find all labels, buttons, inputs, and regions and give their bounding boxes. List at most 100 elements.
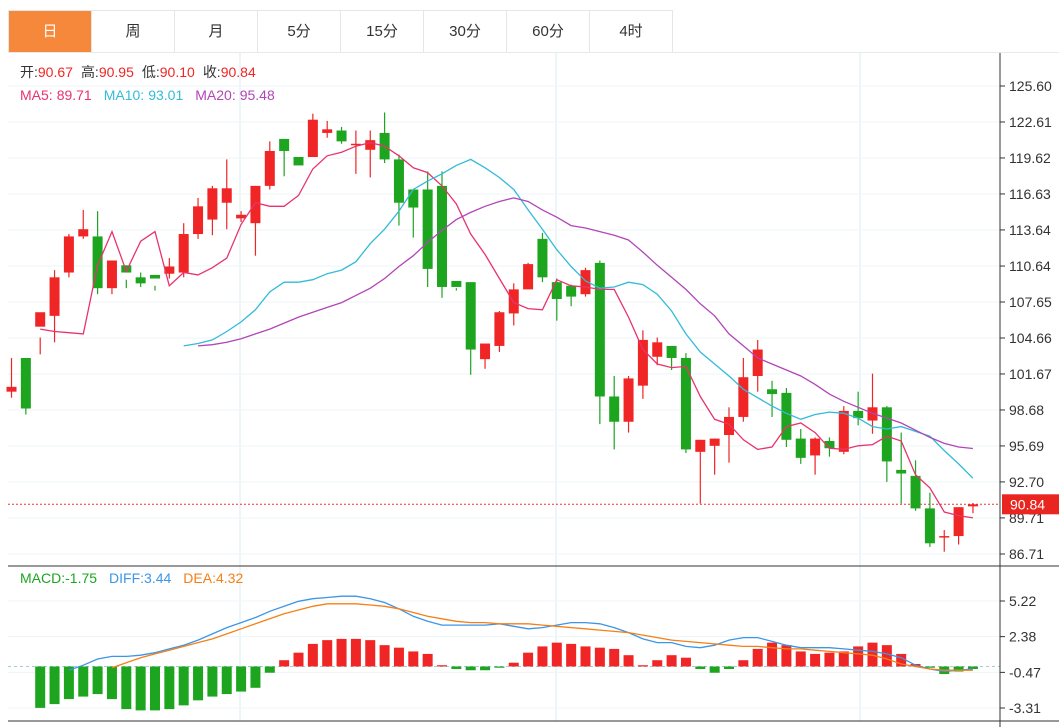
ma20-line — [197, 197, 973, 450]
candle-body — [709, 438, 720, 446]
candle-body — [250, 185, 261, 224]
chart-grid — [8, 53, 1000, 721]
macd-bar — [795, 651, 806, 667]
dea-value: 4.32 — [216, 570, 243, 586]
macd-bar — [121, 666, 132, 710]
macd-bar — [207, 666, 218, 697]
candle-body — [264, 150, 275, 186]
high-label: 高: — [81, 64, 99, 80]
open-value: 90.67 — [38, 64, 73, 80]
candle-body — [810, 438, 821, 456]
candle-body — [738, 377, 749, 417]
price-tick-label: 101.67 — [1009, 366, 1052, 382]
ma20-label: MA20: — [195, 87, 235, 103]
candle-body — [523, 264, 534, 290]
candle-body — [637, 339, 648, 386]
macd-bar — [752, 648, 763, 667]
candle-body — [896, 469, 907, 474]
macd-bar — [810, 653, 821, 667]
candle-body — [106, 260, 117, 289]
price-tick-label: 113.64 — [1009, 222, 1051, 238]
macd-bar — [106, 666, 117, 700]
candle-body — [393, 159, 404, 203]
candle-body — [178, 234, 189, 273]
diff-line — [68, 595, 973, 673]
macd-bar — [63, 666, 74, 700]
price-tick-label: 98.68 — [1009, 402, 1044, 418]
macd-bar — [437, 665, 447, 667]
macd-bar — [709, 666, 720, 673]
macd-bar — [279, 660, 290, 667]
ma5-value: 89.71 — [57, 87, 92, 103]
candle-body — [336, 130, 347, 142]
price-tick-label: 95.69 — [1009, 438, 1044, 454]
macd-bar — [623, 655, 634, 667]
candle-body — [551, 282, 562, 300]
chart-axes: 125.60 122.61 119.62 116.63 113.64 110.64 107.… — [8, 53, 1059, 727]
candle-body — [566, 285, 577, 297]
candle-body — [35, 312, 46, 327]
macd-bar — [465, 666, 476, 671]
macd-bar — [724, 666, 734, 669]
open-label: 开: — [20, 64, 38, 80]
macd-bar — [824, 652, 835, 667]
price-tick-label: 125.60 — [1009, 78, 1052, 94]
macd-tick-label: -0.47 — [1009, 664, 1041, 680]
macd-bar — [336, 638, 347, 667]
macd-bar — [738, 660, 749, 667]
macd-bar — [164, 666, 175, 710]
macd-bar — [537, 646, 548, 667]
candle-body — [881, 407, 892, 462]
macd-bar — [350, 638, 361, 667]
candle-body — [307, 119, 318, 158]
candle-body — [795, 438, 806, 458]
ma10-label: MA10: — [104, 87, 144, 103]
dea-label: DEA: — [183, 570, 216, 586]
diff-value: 3.44 — [144, 570, 171, 586]
candle-body — [279, 138, 290, 151]
ma-info: MA5: 89.71 MA10: 93.01 MA20: 95.48 — [20, 87, 275, 103]
macd-bar — [92, 666, 103, 695]
candle-body — [465, 282, 476, 350]
macd-bar — [307, 643, 318, 667]
ma20-value: 95.48 — [240, 87, 275, 103]
macd-bar — [838, 651, 849, 667]
candle-body — [49, 277, 60, 316]
candle-body — [924, 508, 935, 544]
candlestick-chart[interactable]: 125.60 122.61 119.62 116.63 113.64 110.64 107.… — [0, 0, 1059, 727]
candle-body — [680, 357, 691, 450]
candle-body — [623, 378, 634, 422]
price-tick-label: 104.66 — [1009, 330, 1052, 346]
candle-body — [451, 280, 462, 287]
candle-body — [63, 236, 74, 273]
macd-bar — [480, 666, 491, 671]
macd-bar — [236, 666, 247, 692]
candle-body — [78, 229, 89, 237]
macd-bar — [594, 647, 605, 667]
candle-body — [150, 274, 160, 279]
macd-bar — [508, 662, 519, 667]
low-value: 90.10 — [160, 64, 195, 80]
macd-bar — [551, 642, 562, 667]
candle-body — [537, 238, 548, 278]
macd-bar — [365, 640, 376, 667]
price-tick-label: 86.71 — [1009, 546, 1044, 562]
candle-body — [609, 396, 620, 422]
macd-bar — [221, 666, 232, 695]
price-tick-label: 122.61 — [1009, 114, 1052, 130]
macd-bar — [637, 665, 648, 667]
macd-bar — [293, 652, 304, 667]
macd-bar — [150, 666, 160, 711]
macd-bar — [494, 666, 505, 668]
candle-body — [724, 416, 734, 435]
macd-bar — [680, 657, 691, 667]
macd-bar — [250, 666, 261, 688]
high-value: 90.95 — [99, 64, 134, 80]
macd-tick-label: 5.22 — [1009, 593, 1036, 609]
ma10-value: 93.01 — [148, 87, 183, 103]
macd-bar — [193, 666, 204, 701]
candle-body — [236, 214, 247, 219]
candle-body — [781, 392, 792, 440]
macd-bar — [135, 666, 146, 711]
macd-bar — [78, 666, 89, 697]
